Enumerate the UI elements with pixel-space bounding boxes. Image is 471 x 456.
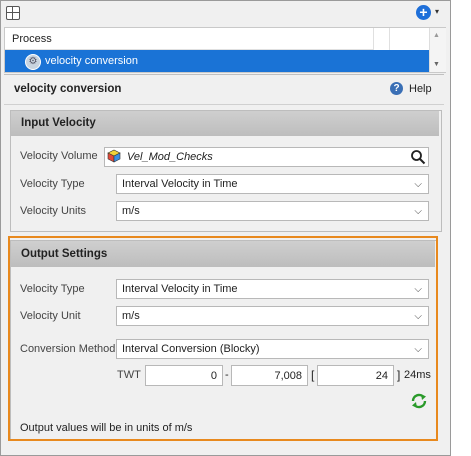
scroll-down-arrow-icon[interactable]: ▼ xyxy=(433,61,440,68)
process-row-label: velocity conversion xyxy=(45,55,138,67)
chevron-down-icon: ⌵ xyxy=(414,206,422,217)
velocity-volume-field[interactable]: Vel_Mod_Checks xyxy=(104,147,429,167)
gear-icon: ⚙ xyxy=(25,54,41,70)
input-velocity-header: Input Velocity xyxy=(11,111,439,136)
velocity-units-label: Velocity Units xyxy=(20,205,87,217)
chevron-down-icon: ⌵ xyxy=(414,179,422,190)
column-header-2[interactable] xyxy=(373,28,390,50)
help-icon[interactable]: ? xyxy=(390,82,403,95)
panel-title: velocity conversion xyxy=(14,83,122,95)
velocity-volume-label: Velocity Volume xyxy=(20,150,98,162)
column-header-3[interactable] xyxy=(389,28,430,50)
scroll-up-arrow-icon[interactable]: ▲ xyxy=(433,32,440,39)
velocity-units-select[interactable]: m/s ⌵ xyxy=(116,201,429,221)
process-row-selected[interactable]: velocity conversion xyxy=(5,50,429,72)
add-circle-icon[interactable]: + xyxy=(416,5,431,20)
velocity-units-value: m/s xyxy=(122,205,140,217)
velocity-type-value: Interval Velocity in Time xyxy=(122,178,238,190)
velocity-volume-value: Vel_Mod_Checks xyxy=(127,151,213,163)
velocity-type-label: Velocity Type xyxy=(20,178,85,190)
output-settings-highlight xyxy=(8,236,438,441)
top-toolbar xyxy=(1,1,450,27)
cube-volume-icon xyxy=(107,149,121,163)
search-icon[interactable] xyxy=(410,149,426,165)
add-menu-chevron-icon[interactable]: ▾ xyxy=(435,7,439,16)
help-link[interactable]: Help xyxy=(409,83,432,95)
velocity-type-select[interactable]: Interval Velocity in Time ⌵ xyxy=(116,174,429,194)
panel-layout-icon[interactable] xyxy=(6,6,20,20)
column-header-process[interactable]: Process xyxy=(5,28,373,50)
divider xyxy=(4,104,444,105)
process-table: Process velocity conversion ⚙ ▲ ▼ xyxy=(4,27,446,73)
divider xyxy=(4,74,444,75)
